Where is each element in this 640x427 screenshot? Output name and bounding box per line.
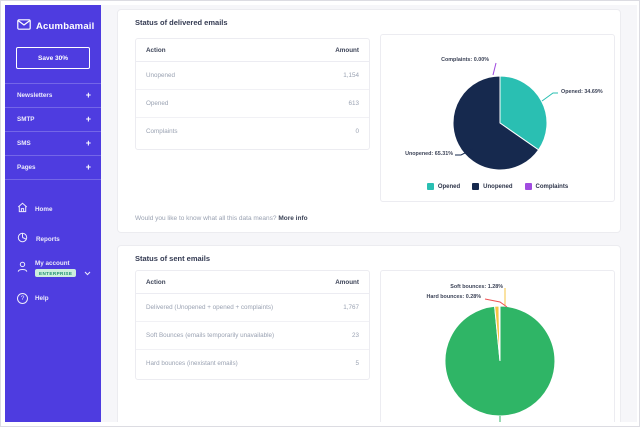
row-action: Opened (136, 90, 262, 118)
expand-plus-icon[interactable]: + (86, 139, 91, 148)
row-amount: 0 (262, 118, 369, 146)
app-window: Acumbamail Save 30% Newsletters + SMTP +… (0, 0, 640, 427)
pie-legend: Opened Unopened Complaints (381, 183, 614, 190)
chevron-down-icon[interactable] (84, 263, 91, 281)
legend-swatch (472, 183, 479, 190)
legend-swatch (525, 183, 532, 190)
soft-bounces-callout: Soft bounces: 1.28% (399, 284, 503, 290)
legend-item-complaints: Complaints (525, 183, 569, 190)
table-row: Hard bounces (inexistant emails) 5 (136, 350, 369, 378)
row-amount: 1,767 (316, 294, 369, 322)
sent-status-panel: Status of sent emails Action Amount Deli… (117, 245, 621, 422)
delivered-table: Action Amount Unopened 1,154 Opened 613 (136, 39, 369, 145)
delivered-table-card: Action Amount Unopened 1,154 Opened 613 (135, 38, 370, 150)
sent-table-card: Action Amount Delivered (Unopened + open… (135, 270, 370, 380)
sidebar-item-pages[interactable]: Pages + (5, 156, 101, 179)
column-header-amount: Amount (316, 271, 369, 294)
sidebar-icon-menu: Home Reports (5, 194, 101, 310)
more-info-link[interactable]: More info (278, 215, 307, 222)
sidebar-item-label: Pages (17, 164, 36, 171)
sidebar-item-label: Newsletters (17, 92, 52, 99)
sidebar-item-label: SMTP (17, 116, 35, 123)
data-meaning-info: Would you like to know what all this dat… (135, 215, 308, 222)
sidebar-item-label: Help (35, 295, 49, 302)
sidebar-item-smtp[interactable]: SMTP + (5, 108, 101, 131)
row-amount: 1,154 (262, 62, 369, 90)
legend-item-unopened: Unopened (472, 183, 512, 190)
sidebar-item-newsletters[interactable]: Newsletters + (5, 84, 101, 107)
info-text: Would you like to know what all this dat… (135, 215, 277, 222)
sidebar: Acumbamail Save 30% Newsletters + SMTP +… (5, 5, 101, 422)
sidebar-item-label: My account (35, 260, 76, 267)
expand-plus-icon[interactable]: + (86, 115, 91, 124)
brand-logo[interactable]: Acumbamail (5, 5, 101, 35)
sent-pie-chart-card: Soft bounces: 1.28% Hard bounces: 0.28% (380, 270, 615, 422)
sidebar-item-reports[interactable]: Reports (5, 224, 101, 254)
sidebar-item-home[interactable]: Home (5, 194, 101, 224)
row-action: Soft Bounces (emails temporarily unavail… (136, 322, 316, 350)
row-amount: 613 (262, 90, 369, 118)
expand-plus-icon[interactable]: + (86, 163, 91, 172)
row-action: Delivered (Unopened + opened + complaint… (136, 294, 316, 322)
row-action: Complaints (136, 118, 262, 146)
help-icon: ? (17, 293, 28, 304)
delivered-status-panel: Status of delivered emails Action Amount… (117, 9, 621, 233)
row-amount: 23 (316, 322, 369, 350)
sidebar-item-label: Home (35, 206, 53, 213)
table-row: Complaints 0 (136, 118, 369, 146)
opened-leader-line (542, 93, 558, 101)
sidebar-item-label: SMS (17, 140, 31, 147)
envelope-icon (17, 17, 31, 35)
column-header-action: Action (136, 271, 316, 294)
sidebar-item-help[interactable]: ? Help (5, 287, 101, 310)
panel-title: Status of sent emails (135, 254, 210, 263)
column-header-amount: Amount (262, 39, 369, 62)
sidebar-item-my-account[interactable]: My account ENTERPRISE (5, 254, 101, 287)
main-content: Status of delivered emails Action Amount… (101, 5, 637, 422)
complaints-callout: Complaints: 0.00% (385, 57, 489, 63)
enterprise-badge: ENTERPRISE (35, 269, 76, 277)
expand-plus-icon[interactable]: + (86, 91, 91, 100)
table-row: Opened 613 (136, 90, 369, 118)
row-action: Unopened (136, 62, 262, 90)
table-row: Soft Bounces (emails temporarily unavail… (136, 322, 369, 350)
divider (5, 179, 101, 180)
row-amount: 5 (316, 350, 369, 378)
delivered-pie-chart-card: Complaints: 0.00% Opened: 34.69% Unopene… (380, 34, 615, 202)
panel-title: Status of delivered emails (135, 18, 228, 27)
hard-bounces-callout: Hard bounces: 0.28% (381, 294, 481, 300)
column-header-action: Action (136, 39, 262, 62)
sidebar-item-label: Reports (36, 236, 60, 243)
opened-callout: Opened: 34.69% (561, 89, 615, 95)
home-icon (17, 200, 28, 218)
complaints-leader-line (493, 63, 496, 75)
reports-icon (17, 230, 29, 248)
unopened-callout: Unopened: 65.31% (383, 151, 453, 157)
brand-name: Acumbamail (36, 21, 95, 32)
legend-swatch (427, 183, 434, 190)
row-action: Hard bounces (inexistant emails) (136, 350, 316, 378)
account-icon (17, 260, 28, 278)
sent-table: Action Amount Delivered (Unopened + open… (136, 271, 369, 377)
table-row: Delivered (Unopened + opened + complaint… (136, 294, 369, 322)
save-30-button[interactable]: Save 30% (16, 47, 90, 69)
table-row: Unopened 1,154 (136, 62, 369, 90)
sidebar-item-sms[interactable]: SMS + (5, 132, 101, 155)
legend-item-opened: Opened (427, 183, 460, 190)
